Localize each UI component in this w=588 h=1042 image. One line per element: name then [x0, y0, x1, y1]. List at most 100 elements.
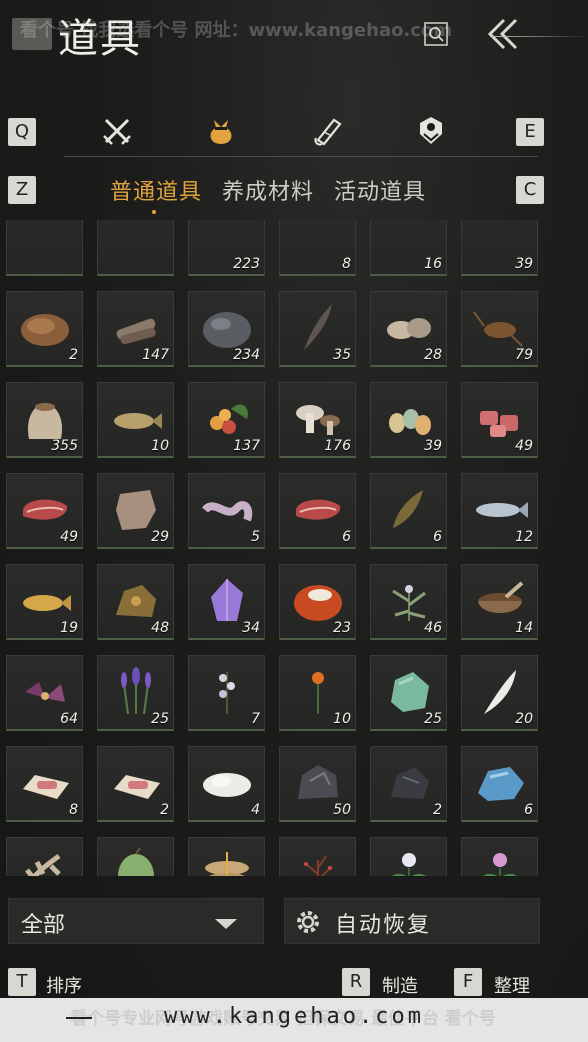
- item-slot[interactable]: 223: [188, 220, 265, 276]
- item-count: 14: [515, 620, 533, 636]
- item-slot[interactable]: 20: [461, 655, 538, 731]
- key-prev-subtab[interactable]: Z: [8, 176, 36, 204]
- steak-icon: [23, 499, 68, 520]
- item-slot[interactable]: 2: [370, 746, 447, 822]
- feather-dark-icon: [304, 304, 332, 350]
- scroll-icon[interactable]: [310, 114, 344, 148]
- golden-fish-icon: [23, 595, 71, 611]
- item-slot[interactable]: 6: [461, 746, 538, 822]
- red-stone-icon: [294, 585, 342, 621]
- key-next-category[interactable]: E: [516, 118, 544, 146]
- item-slot[interactable]: 35: [279, 291, 356, 367]
- eggs-icon: [389, 409, 431, 435]
- item-slot[interactable]: 6: [279, 473, 356, 549]
- watermark-bottom: 看个号专业网号游戏账号交易 担保交易 最佳平台 看个号 www.kangehao…: [0, 998, 588, 1042]
- item-slot[interactable]: 234: [188, 291, 265, 367]
- item-slot[interactable]: 12: [461, 473, 538, 549]
- mortar-bowl-icon: [478, 581, 524, 613]
- item-slot[interactable]: 50: [279, 746, 356, 822]
- intestine-icon: [201, 501, 253, 522]
- item-slot[interactable]: 355: [6, 382, 83, 458]
- item-slot[interactable]: 39: [370, 382, 447, 458]
- item-slot[interactable]: 10: [97, 382, 174, 458]
- organize-label: 整理: [494, 976, 530, 997]
- item-slot[interactable]: 8: [6, 746, 83, 822]
- item-slot[interactable]: 49: [6, 473, 83, 549]
- herb-plant-icon: [392, 585, 426, 621]
- key-prev-category[interactable]: Q: [8, 118, 36, 146]
- partial-item-icon: [15, 220, 75, 263]
- orange-flower-icon: [312, 672, 324, 714]
- item-slot[interactable]: 39: [461, 220, 538, 276]
- item-slot[interactable]: 4: [188, 746, 265, 822]
- item-slot[interactable]: 6: [461, 837, 538, 876]
- white-flower-bush-icon: [392, 853, 426, 876]
- crossed-swords-icon[interactable]: [100, 114, 134, 148]
- filter-dropdown[interactable]: 全部: [8, 898, 264, 944]
- item-slot[interactable]: [97, 220, 174, 276]
- key-organize[interactable]: F: [454, 968, 482, 996]
- item-slot[interactable]: 12: [370, 837, 447, 876]
- pink-flower-bush-icon: [483, 853, 517, 876]
- steak-icon: [296, 499, 341, 520]
- item-slot[interactable]: 25: [97, 655, 174, 731]
- item-slot[interactable]: 176: [279, 382, 356, 458]
- key-next-subtab[interactable]: C: [516, 176, 544, 204]
- item-slot[interactable]: 34: [188, 564, 265, 640]
- item-slot[interactable]: [6, 220, 83, 276]
- hint-row: T 排序 R 制造 F 整理: [0, 968, 588, 998]
- sort-label: 排序: [46, 976, 82, 997]
- item-slot[interactable]: 147: [97, 291, 174, 367]
- item-slot[interactable]: 64: [6, 655, 83, 731]
- fish-icon: [114, 413, 162, 429]
- item-slot[interactable]: 46: [370, 564, 447, 640]
- tab-event-items[interactable]: 活动道具: [334, 174, 426, 206]
- item-count: 223: [233, 256, 260, 272]
- item-slot[interactable]: 2: [97, 746, 174, 822]
- item-slot[interactable]: 19: [6, 564, 83, 640]
- item-slot[interactable]: 25: [370, 655, 447, 731]
- item-grid-viewport[interactable]: 223 8 16 39 2 147 234 35 28 79 355 10 137 176 39 49 49 29…: [6, 220, 546, 876]
- item-slot[interactable]: 14: [461, 564, 538, 640]
- item-slot[interactable]: 29: [97, 473, 174, 549]
- wood-shavings-icon: [21, 314, 69, 346]
- item-slot[interactable]: 5: [188, 473, 265, 549]
- item-slot[interactable]: 10: [279, 655, 356, 731]
- item-slot[interactable]: 8: [279, 220, 356, 276]
- blue-crystal-icon: [478, 767, 524, 801]
- item-slot[interactable]: 6: [370, 473, 447, 549]
- item-slot[interactable]: 2: [279, 837, 356, 876]
- item-slot[interactable]: 2: [6, 291, 83, 367]
- search-icon[interactable]: [424, 22, 448, 46]
- key-craft[interactable]: R: [342, 968, 370, 996]
- berries-icon: [210, 404, 248, 434]
- item-slot[interactable]: 48: [97, 564, 174, 640]
- key-sort[interactable]: T: [8, 968, 36, 996]
- partial-item-icon: [288, 220, 348, 263]
- item-count: 23: [333, 620, 351, 636]
- item-slot[interactable]: 49: [461, 382, 538, 458]
- item-slot[interactable]: 28: [370, 291, 447, 367]
- item-slot[interactable]: 20: [6, 837, 83, 876]
- header-divider: [490, 36, 588, 37]
- tab-common-items[interactable]: 普通道具: [110, 174, 202, 214]
- pouch-icon[interactable]: [204, 114, 238, 148]
- item-slot[interactable]: 16: [188, 837, 265, 876]
- item-slot[interactable]: 79: [461, 291, 538, 367]
- tab-upgrade-materials[interactable]: 养成材料: [222, 174, 314, 206]
- item-slot[interactable]: 137: [188, 382, 265, 458]
- gold-ore-icon: [116, 585, 156, 617]
- item-slot[interactable]: 7: [188, 655, 265, 731]
- partial-item-icon: [106, 220, 166, 263]
- item-count: 20: [515, 711, 533, 727]
- watermark-top: 看个号 找我选看个号 网址：www.kangehao.com: [20, 20, 453, 41]
- watermark-url: www.kangehao.com: [164, 1004, 424, 1029]
- badge-icon[interactable]: [414, 114, 448, 148]
- auto-restore-button[interactable]: 自动恢复: [284, 898, 540, 944]
- back-arrow-icon[interactable]: [484, 16, 524, 52]
- item-count: 355: [51, 438, 78, 454]
- dark-ore-icon: [391, 767, 429, 799]
- item-slot[interactable]: 16: [370, 220, 447, 276]
- item-slot[interactable]: 23: [279, 564, 356, 640]
- item-slot[interactable]: 7: [97, 837, 174, 876]
